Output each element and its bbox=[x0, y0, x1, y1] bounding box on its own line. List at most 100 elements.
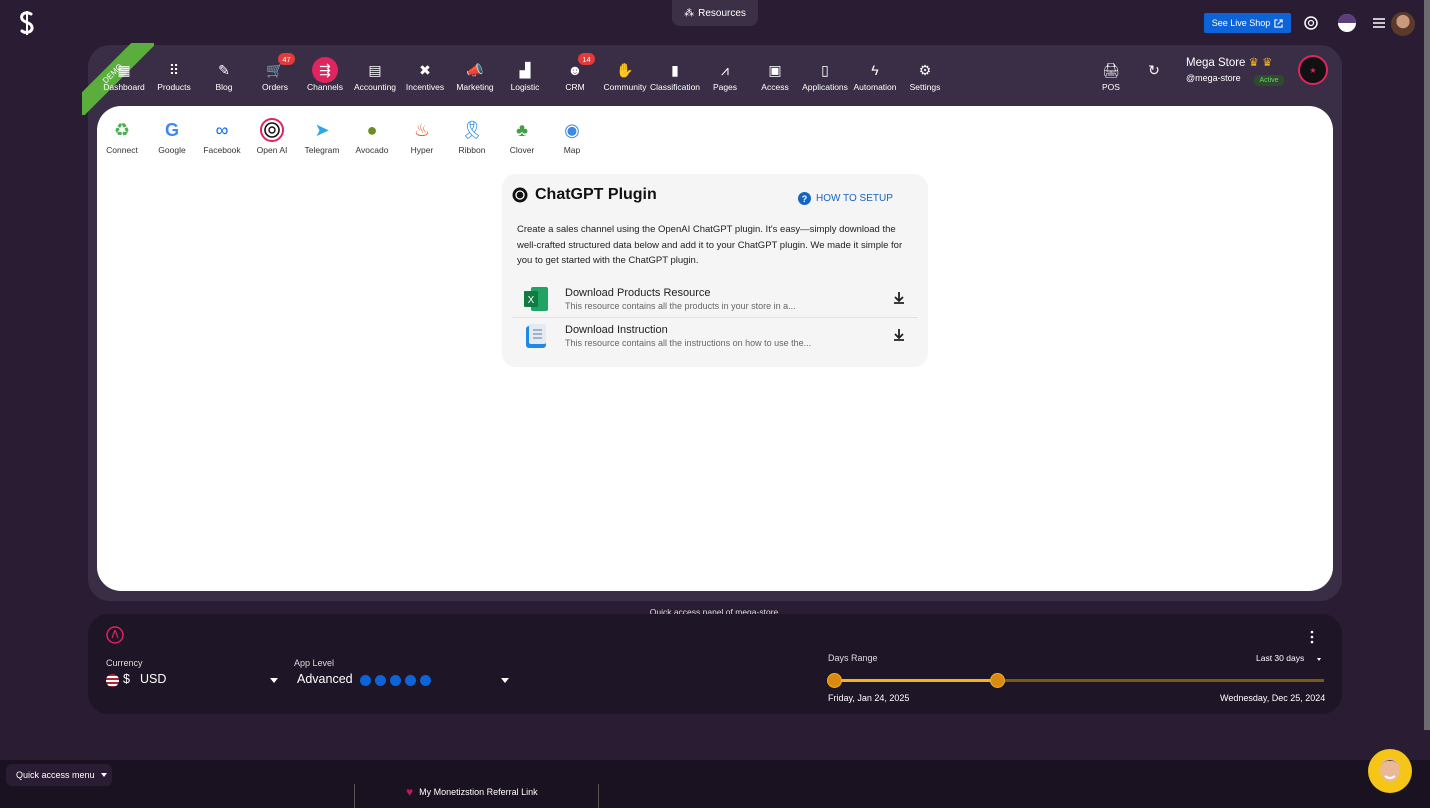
status-badge: Active bbox=[1254, 75, 1284, 86]
more-vertical-icon[interactable] bbox=[1309, 630, 1315, 644]
us-flag-icon bbox=[106, 674, 119, 687]
app-level-dots bbox=[360, 675, 431, 686]
level-dot bbox=[420, 675, 431, 686]
quick-access-menu-button[interactable]: Quick access menu bbox=[6, 764, 112, 786]
store-info[interactable]: Mega Store ♛ ♛ @mega-store Active ★ bbox=[1186, 55, 1336, 95]
chevron-down-icon bbox=[100, 773, 107, 777]
currency-select[interactable]: $ USD bbox=[106, 672, 278, 690]
resources-button[interactable]: ⁂ Resources bbox=[672, 0, 758, 26]
content-panel: ♻ Connect G Google ∞ Facebook Open AI ➤ … bbox=[97, 106, 1333, 591]
resource-row-products[interactable]: X Download Products Resource This resour… bbox=[512, 281, 918, 317]
channel-hyper[interactable]: ♨ Hyper bbox=[397, 118, 447, 158]
meta-icon: ∞ bbox=[215, 119, 229, 140]
main-frame: DEMO ▦ Dashboard ⠿ Products ✎ Blog 🛒 Ord… bbox=[82, 43, 1342, 601]
channel-connect[interactable]: ♻ Connect bbox=[97, 118, 147, 158]
referral-link[interactable]: ♥ My Monetizstion Referral Link bbox=[406, 785, 538, 799]
google-icon: G bbox=[164, 119, 179, 140]
quick-access-panel: Currency $ USD App Level Advanced Days R… bbox=[88, 614, 1342, 714]
download-icon[interactable] bbox=[892, 328, 906, 342]
chatgpt-plugin-card: ChatGPT Plugin ? HOW TO SETUP Create a s… bbox=[502, 174, 928, 367]
app-logo-icon[interactable] bbox=[16, 10, 38, 36]
nav-item-orders[interactable]: 🛒 Orders 47 bbox=[248, 53, 302, 99]
refresh-icon: ↻ bbox=[1148, 61, 1160, 78]
channels-icon: ⇶ bbox=[312, 57, 338, 83]
resources-icon: ⁂ bbox=[684, 7, 695, 19]
ribbon-icon: 🎗 bbox=[460, 119, 484, 140]
openai-icon bbox=[260, 118, 284, 142]
days-range-slider[interactable] bbox=[827, 673, 1324, 688]
card-description: Create a sales channel using the OpenAI … bbox=[517, 224, 903, 266]
slider-end-handle[interactable] bbox=[990, 673, 1005, 688]
nav-item-automation[interactable]: ϟ Automation bbox=[848, 61, 902, 99]
nav-item-blog[interactable]: ✎ Blog bbox=[197, 61, 251, 99]
nav-item-crm[interactable]: ☻ CRM 14 bbox=[548, 53, 602, 99]
nav-item-accounting[interactable]: ▤ Accounting bbox=[348, 61, 402, 99]
lightning-icon: ϟ bbox=[871, 62, 879, 78]
channel-facebook[interactable]: ∞ Facebook bbox=[197, 118, 247, 158]
channel-clover[interactable]: ♣ Clover bbox=[497, 118, 547, 158]
channel-map[interactable]: ◉ Map bbox=[547, 118, 597, 158]
external-link-icon bbox=[1274, 18, 1283, 28]
chevron-down-icon bbox=[1317, 658, 1321, 661]
openai-icon[interactable] bbox=[1301, 13, 1321, 33]
resource-row-instruction[interactable]: Download Instruction This resource conta… bbox=[512, 317, 918, 353]
megaphone-icon: 📣 bbox=[466, 61, 484, 78]
how-to-setup-link[interactable]: ? HOW TO SETUP bbox=[798, 192, 893, 205]
gear-icon: ⚙ bbox=[918, 61, 932, 78]
dashboard-icon: ▦ bbox=[117, 61, 131, 78]
phone-icon: ▯ bbox=[821, 61, 829, 78]
openai-badge-icon[interactable] bbox=[106, 626, 124, 644]
chevron-down-icon bbox=[501, 678, 509, 683]
nav-item-incentives[interactable]: ✖ Incentives bbox=[398, 61, 452, 99]
nav-item-pages[interactable]: ⩘ Pages bbox=[698, 61, 752, 99]
document-icon bbox=[526, 324, 546, 348]
excel-icon: X bbox=[524, 287, 548, 311]
download-icon[interactable] bbox=[892, 291, 906, 305]
chevron-down-icon bbox=[270, 678, 278, 683]
flame-icon: ♨ bbox=[413, 119, 431, 140]
nav-item-logistic[interactable]: ▟ Logistic bbox=[498, 61, 552, 99]
channel-avocado[interactable]: ● Avocado bbox=[347, 118, 397, 158]
svg-text:X: X bbox=[528, 295, 535, 306]
divider bbox=[354, 784, 355, 808]
nav-item-community[interactable]: ✋ Community bbox=[598, 61, 652, 99]
telegram-icon: ➤ bbox=[314, 119, 330, 140]
channel-ribbon[interactable]: 🎗 Ribbon bbox=[447, 118, 497, 158]
blog-icon: ✎ bbox=[218, 61, 230, 78]
date-start: Friday, Jan 24, 2025 bbox=[828, 693, 910, 703]
nav-item-marketing[interactable]: 📣 Marketing bbox=[448, 61, 502, 99]
nav-item-products[interactable]: ⠿ Products bbox=[147, 61, 201, 99]
nav-item-settings[interactable]: ⚙ Settings bbox=[898, 61, 952, 99]
theme-toggle-icon[interactable] bbox=[1337, 13, 1357, 33]
heart-icon: ♥ bbox=[406, 785, 414, 799]
map-pin-icon: ◉ bbox=[564, 119, 580, 140]
channel-openai[interactable]: Open AI bbox=[247, 118, 297, 158]
level-dot bbox=[405, 675, 416, 686]
book-icon: ▮ bbox=[671, 61, 679, 78]
level-dot bbox=[375, 675, 386, 686]
orders-badge: 47 bbox=[278, 53, 295, 65]
user-avatar[interactable] bbox=[1391, 12, 1415, 36]
channel-telegram[interactable]: ➤ Telegram bbox=[297, 118, 347, 158]
page-scrollbar[interactable] bbox=[1424, 0, 1430, 730]
slider-start-handle[interactable] bbox=[827, 673, 842, 688]
support-chat-avatar[interactable] bbox=[1368, 749, 1412, 793]
ticket-icon: ✖ bbox=[419, 61, 431, 78]
days-range-select[interactable]: Last 30 days bbox=[1256, 652, 1322, 666]
warehouse-icon: ▟ bbox=[519, 61, 531, 78]
nav-item-access[interactable]: ▣ Access bbox=[748, 61, 802, 99]
nav-item-applications[interactable]: ▯ Applications bbox=[798, 61, 852, 99]
channel-google[interactable]: G Google bbox=[147, 118, 197, 158]
refresh-button[interactable]: ↻ bbox=[1127, 61, 1181, 99]
help-icon: ? bbox=[798, 192, 811, 205]
see-live-shop-button[interactable]: See Live Shop bbox=[1204, 13, 1291, 33]
nav-item-classification[interactable]: ▮ Classification bbox=[648, 61, 702, 99]
store-avatar[interactable]: ★ bbox=[1298, 55, 1328, 85]
store-name: Mega Store ♛ ♛ bbox=[1186, 57, 1273, 69]
nav-item-channels[interactable]: ⇶ Channels bbox=[298, 57, 352, 99]
compass-icon: ⩘ bbox=[721, 61, 729, 78]
hamburger-menu-icon[interactable] bbox=[1369, 13, 1389, 33]
person-face-icon bbox=[1380, 758, 1400, 782]
nav-item-dashboard[interactable]: ▦ Dashboard bbox=[97, 61, 151, 99]
card-title: ChatGPT Plugin bbox=[535, 186, 657, 203]
